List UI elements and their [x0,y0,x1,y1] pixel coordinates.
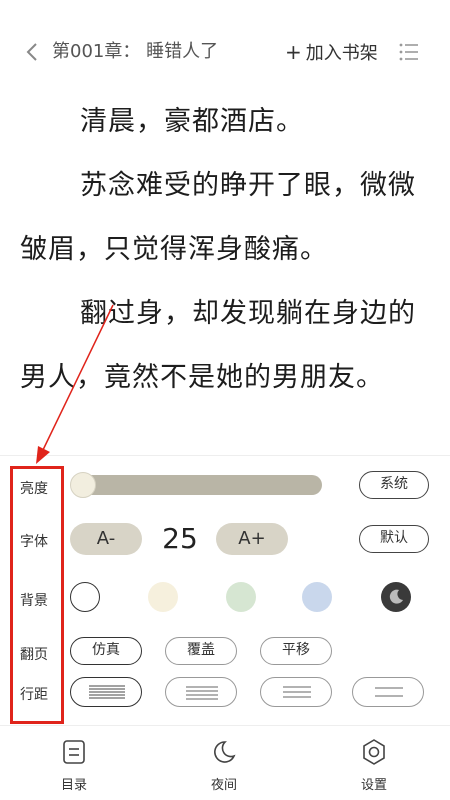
font-increase-button[interactable]: A+ [216,523,288,555]
page-turn-slide-button[interactable]: 平移 [260,637,332,665]
moon-icon [214,741,236,763]
background-white-swatch[interactable] [70,582,100,612]
line-spacing-icon [89,685,125,699]
chapter-title: 第001章： 睡错人了 [52,41,219,62]
paragraph: 清晨，豪都酒店。 [80,106,304,137]
gear-icon [363,739,385,765]
add-to-bookshelf-button[interactable]: + 加入书架 [285,38,378,68]
night-mode-label: 夜间 [210,778,237,793]
settings-tab[interactable]: 设置 [334,736,414,793]
line-spacing-widest-button[interactable] [352,677,424,707]
table-of-contents-icon [63,740,85,764]
line-spacing-icon [186,686,218,700]
reader-header: 第001章： 睡错人了 + 加入书架 [0,0,450,104]
moon-icon [389,589,403,604]
system-brightness-button[interactable]: 系统 [359,471,429,499]
table-of-contents-label: 目录 [60,778,87,793]
add-to-bookshelf-label: 加入书架 [305,43,378,64]
brightness-slider[interactable] [72,475,322,495]
line-spacing-normal-button[interactable] [165,677,237,707]
background-dark-swatch[interactable] [381,582,411,612]
font-size-value: 25 [162,522,198,555]
bottom-navigation: 目录 夜间 设置 [0,725,450,800]
paragraph: 翻过身，却发现躺在身边的男人，竟然不是她的男朋友。 [20,298,416,393]
paragraph: 苏念难受的睁开了眼，微微皱眉，只觉得浑身酸痛。 [20,170,416,265]
background-blue-swatch[interactable] [302,582,332,612]
background-cream-swatch[interactable] [148,582,178,612]
background-green-swatch[interactable] [226,582,256,612]
reader-settings-panel: 亮度 字体 背景 翻页 行距 系统 A- 25 A+ 默认 仿真 覆盖 平移 [0,455,450,725]
font-decrease-button[interactable]: A- [70,523,142,555]
line-spacing-compact-button[interactable] [70,677,142,707]
plus-icon: + [285,40,302,64]
back-button[interactable] [22,38,42,66]
brightness-slider-thumb[interactable] [70,472,96,498]
page-turn-simulation-button[interactable]: 仿真 [70,637,142,665]
line-spacing-icon [375,687,403,697]
page-turn-cover-button[interactable]: 覆盖 [165,637,237,665]
line-spacing-wide-button[interactable] [260,677,332,707]
night-mode-tab[interactable]: 夜间 [184,736,264,793]
line-spacing-icon [283,686,311,698]
table-of-contents-tab[interactable]: 目录 [34,736,114,793]
default-font-button[interactable]: 默认 [359,525,429,553]
settings-label: 设置 [360,778,387,793]
list-menu-icon[interactable] [398,42,420,62]
reading-area[interactable]: 清晨，豪都酒店。 苏念难受的睁开了眼，微微皱眉，只觉得浑身酸痛。 翻过身，却发现… [0,90,450,460]
annotation-highlight-box [10,466,64,724]
chevron-left-icon [26,43,37,61]
